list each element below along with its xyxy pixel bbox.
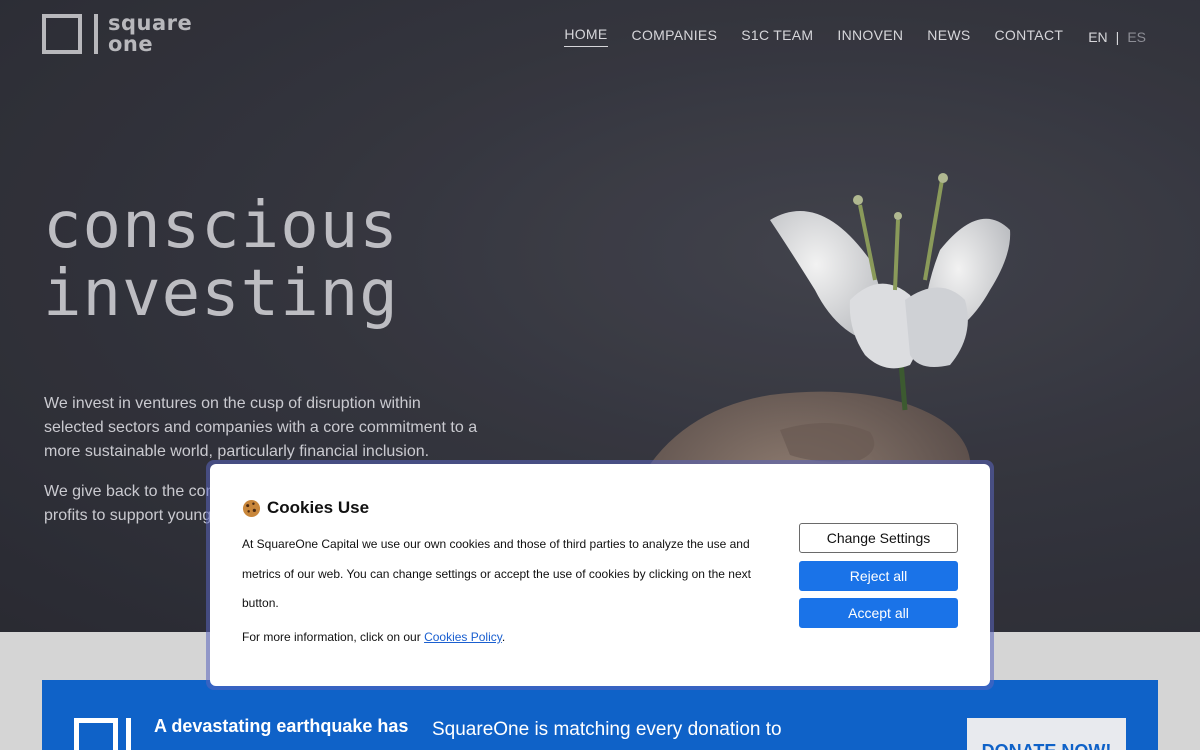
nav-home[interactable]: HOME xyxy=(564,26,608,47)
cookie-more-prefix: For more information, click on our xyxy=(242,630,425,644)
cookies-policy-link[interactable]: Cookies Policy xyxy=(424,630,502,644)
donate-button[interactable]: DONATE NOW! xyxy=(967,718,1126,750)
cookie-modal-title: Cookies Use xyxy=(242,498,369,518)
nav-companies[interactable]: COMPANIES xyxy=(632,27,718,47)
cookie-modal-body: At SquareOne Capital we use our own cook… xyxy=(242,537,751,610)
lang-separator: | xyxy=(1115,28,1120,45)
hero-headline: conscious investing xyxy=(43,192,399,328)
change-settings-button[interactable]: Change Settings xyxy=(799,523,958,553)
nav-s1c-team[interactable]: S1C TEAM xyxy=(741,27,813,47)
reject-all-button[interactable]: Reject all xyxy=(799,561,958,591)
cookie-icon xyxy=(242,499,261,517)
banner-text: SquareOne is matching every donation to xyxy=(432,719,782,740)
logo-square-icon xyxy=(42,14,82,54)
banner-logo-bar-icon xyxy=(126,718,131,750)
nav-news[interactable]: NEWS xyxy=(927,27,970,47)
language-switcher: EN | ES xyxy=(1088,29,1146,45)
logo-line-1: square xyxy=(108,11,193,35)
cookie-modal-backdrop: Cookies Use At SquareOne Capital we use … xyxy=(206,460,994,690)
headline-line-2: investing xyxy=(43,257,399,331)
hero-paragraph-1: We invest in ventures on the cusp of dis… xyxy=(44,395,478,460)
logo-line-2: one xyxy=(108,32,154,56)
cookie-modal-title-text: Cookies Use xyxy=(267,498,370,517)
logo-bar-icon xyxy=(94,14,98,54)
banner-logo-square-icon xyxy=(74,718,118,750)
cookie-modal: Cookies Use At SquareOne Capital we use … xyxy=(210,464,990,686)
site-logo[interactable]: square one xyxy=(42,13,192,55)
cookie-more-suffix: . xyxy=(501,630,506,644)
banner-logo-icon xyxy=(74,718,131,750)
headline-line-1: conscious xyxy=(43,189,399,263)
nav-innoven[interactable]: INNOVEN xyxy=(837,27,903,47)
nav-contact[interactable]: CONTACT xyxy=(994,27,1063,47)
lang-es[interactable]: ES xyxy=(1127,29,1146,45)
cookie-more-info: For more information, click on our Cooki… xyxy=(242,630,505,644)
donation-banner: A devastating earthquake has SquareOne i… xyxy=(42,680,1158,750)
accept-all-button[interactable]: Accept all xyxy=(799,598,958,628)
main-nav: HOME COMPANIES S1C TEAM INNOVEN NEWS CON… xyxy=(540,26,1146,47)
logo-text: square one xyxy=(108,13,192,55)
banner-title: A devastating earthquake has xyxy=(154,716,409,736)
lang-en[interactable]: EN xyxy=(1088,29,1107,45)
